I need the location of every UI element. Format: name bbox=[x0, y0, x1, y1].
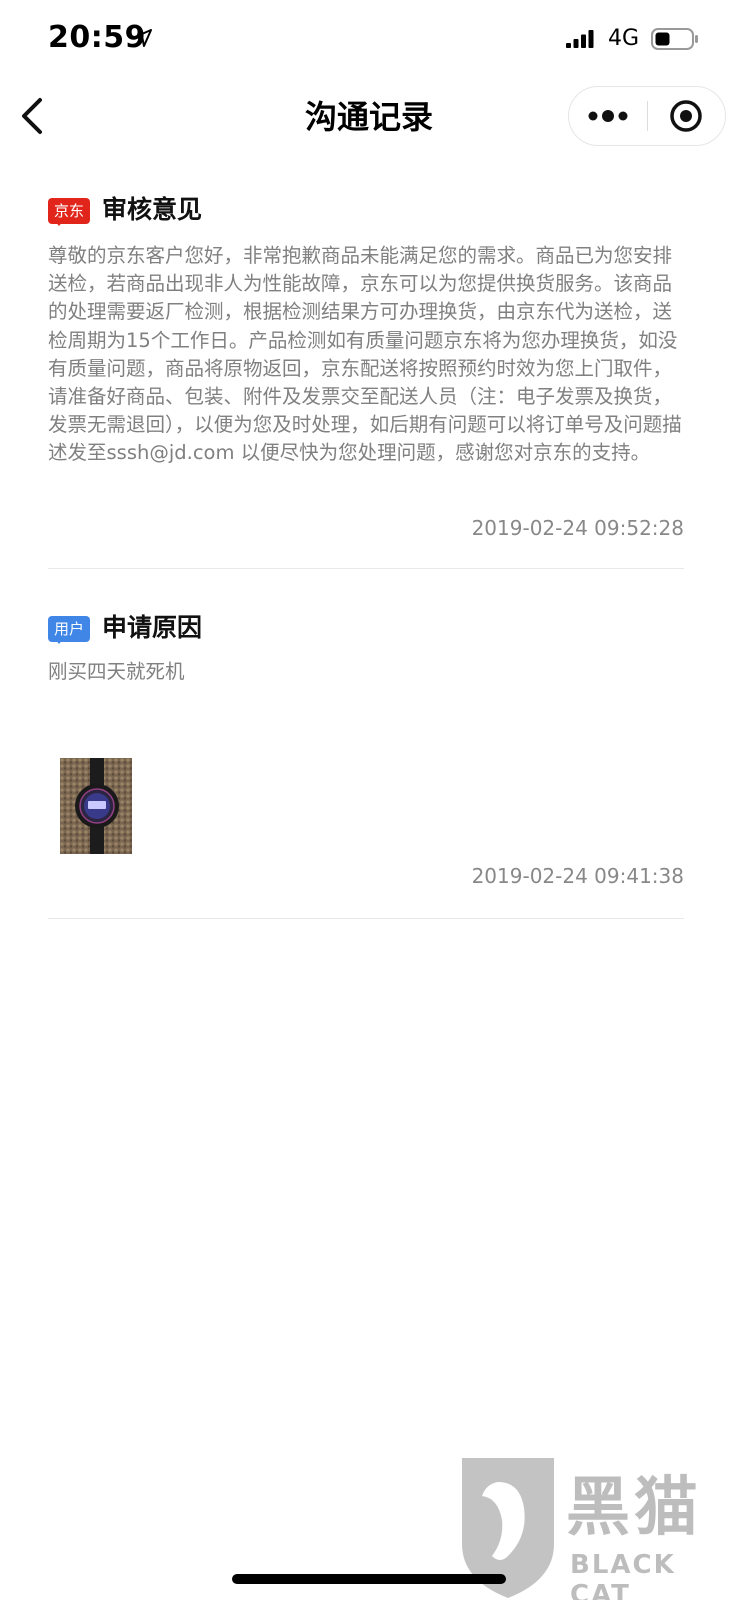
record-title: 审核意见 bbox=[102, 195, 203, 224]
home-indicator[interactable] bbox=[232, 1574, 506, 1584]
mini-program-capsule bbox=[568, 86, 726, 146]
target-circle-icon bbox=[670, 100, 702, 132]
status-bar: 20:59 4G bbox=[0, 0, 738, 80]
record-review: 京东 审核意见 尊敬的京东客户您好，非常抱歉商品未能满足您的需求。商品已为您安排… bbox=[48, 190, 684, 570]
record-timestamp: 2019-02-24 09:41:38 bbox=[471, 864, 684, 888]
record-timestamp: 2019-02-24 09:52:28 bbox=[471, 516, 684, 540]
nav-bar: 沟通记录 bbox=[0, 80, 738, 152]
badge-tail bbox=[54, 220, 64, 226]
record-application-reason: 用户 申请原因 刚买四天就死机 2019-02-24 09:41:38 bbox=[48, 608, 684, 924]
more-button[interactable] bbox=[569, 87, 647, 145]
close-mini-program-button[interactable] bbox=[648, 87, 725, 145]
divider bbox=[48, 568, 684, 569]
watch-photo bbox=[60, 758, 132, 854]
divider bbox=[48, 918, 684, 919]
network-type: 4G bbox=[608, 26, 640, 51]
record-body: 刚买四天就死机 bbox=[48, 660, 185, 683]
more-dots-icon bbox=[588, 110, 628, 122]
watermark-subtitle: BLACK CAT bbox=[570, 1550, 676, 1600]
record-header: 用户 申请原因 bbox=[48, 608, 684, 652]
watermark-title: 黑猫 bbox=[566, 1471, 702, 1545]
record-header: 京东 审核意见 bbox=[48, 190, 684, 234]
signal-icon bbox=[566, 30, 594, 48]
location-arrow-icon bbox=[134, 29, 152, 47]
record-body: 尊敬的京东客户您好，非常抱歉商品未能满足您的需求。商品已为您安排送检，若商品出现… bbox=[48, 244, 682, 465]
attachment-thumbnail[interactable] bbox=[60, 758, 132, 854]
screen: 20:59 4G 沟通记录 京东 审核意见 尊敬的京东客户您好，非常抱歉商品未能… bbox=[0, 0, 738, 1600]
record-title: 申请原因 bbox=[102, 613, 203, 642]
battery-icon bbox=[651, 28, 698, 50]
status-time: 20:59 bbox=[48, 20, 146, 55]
badge-tail bbox=[54, 638, 64, 644]
